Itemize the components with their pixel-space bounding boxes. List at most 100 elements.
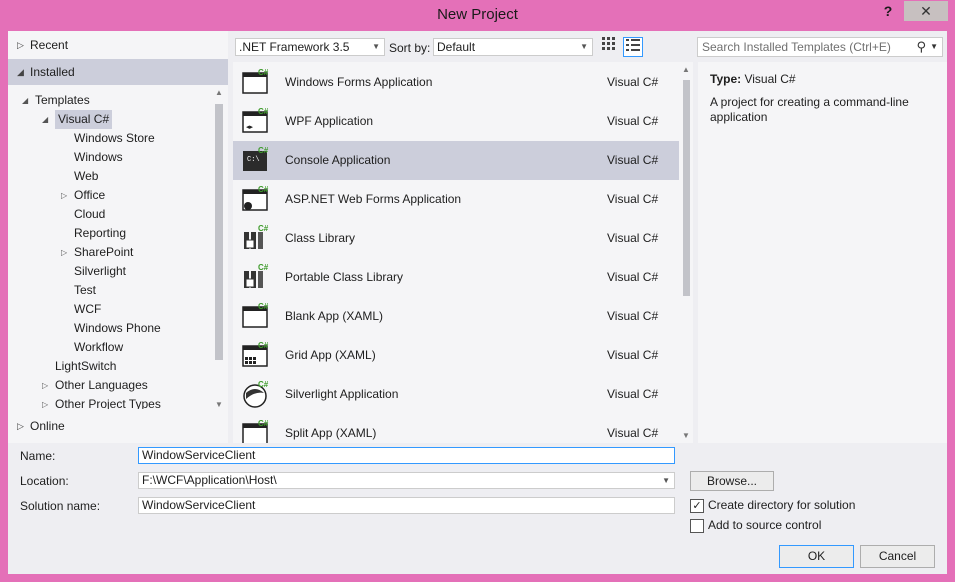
- template-row[interactable]: C# Blank App (XAML) Visual C#: [233, 297, 679, 336]
- web-forms-icon: C#: [241, 184, 271, 214]
- chevron-down-icon[interactable]: ▼: [930, 38, 938, 56]
- scroll-up-icon[interactable]: ▲: [213, 88, 225, 100]
- tree-item[interactable]: Silverlight: [74, 262, 126, 281]
- template-row[interactable]: C# Class Library Visual C#: [233, 219, 679, 258]
- template-name: Blank App (XAML): [285, 309, 384, 323]
- tree-item-label: SharePoint: [74, 245, 134, 259]
- svg-text:C#: C#: [258, 146, 269, 155]
- browse-button[interactable]: Browse...: [690, 471, 774, 491]
- online-label: Online: [30, 419, 65, 433]
- template-row[interactable]: C# Portable Class Library Visual C#: [233, 258, 679, 297]
- tree-item[interactable]: ◢ Visual C#: [42, 110, 113, 129]
- svg-text:C:\: C:\: [247, 156, 260, 164]
- scroll-thumb[interactable]: [683, 80, 690, 296]
- scroll-down-icon[interactable]: ▼: [213, 400, 225, 412]
- help-button[interactable]: ?: [878, 3, 898, 21]
- chevron-down-icon: ▼: [372, 42, 380, 51]
- collapse-arrow-icon[interactable]: ◢: [22, 91, 28, 110]
- tree-item[interactable]: Windows Store: [74, 129, 155, 148]
- tree-item[interactable]: ▷ SharePoint: [61, 243, 134, 262]
- online-section[interactable]: ▷ Online: [8, 414, 228, 438]
- template-language: Visual C#: [607, 270, 659, 284]
- list-view-icon: [626, 39, 640, 51]
- collapse-arrow-icon[interactable]: ◢: [17, 59, 24, 85]
- tree-item[interactable]: ▷ Other Project Types: [42, 395, 161, 409]
- chevron-down-icon: ▼: [580, 42, 588, 51]
- tree-item[interactable]: Web: [74, 167, 98, 186]
- solution-name-field[interactable]: WindowServiceClient: [138, 497, 675, 514]
- tree-item-label: Windows Store: [74, 131, 155, 145]
- tree-item[interactable]: Windows Phone: [74, 319, 161, 338]
- tree-item-label: Web: [74, 169, 99, 183]
- tree-item[interactable]: Windows: [74, 148, 123, 167]
- expand-arrow-icon[interactable]: ▷: [42, 376, 48, 395]
- scroll-down-icon[interactable]: ▼: [681, 431, 691, 440]
- expand-arrow-icon[interactable]: ▷: [61, 186, 67, 205]
- collapse-arrow-icon[interactable]: ◢: [42, 110, 48, 129]
- template-row[interactable]: C# ASP.NET Web Forms Application Visual C#: [233, 180, 679, 219]
- tree-item[interactable]: Test: [74, 281, 96, 300]
- template-row[interactable]: C# Silverlight Application Visual C#: [233, 375, 679, 414]
- framework-dropdown[interactable]: .NET Framework 3.5 ▼: [235, 38, 385, 56]
- tree-item[interactable]: Workflow: [74, 338, 123, 357]
- tree-item[interactable]: WCF: [74, 300, 101, 319]
- svg-text:C#: C#: [258, 224, 269, 233]
- template-row[interactable]: C# Split App (XAML) Visual C#: [233, 414, 679, 443]
- template-name: Grid App (XAML): [285, 348, 376, 362]
- blank-app-icon: C#: [241, 301, 271, 331]
- svg-text:C#: C#: [258, 302, 269, 311]
- source-control-label[interactable]: Add to source control: [708, 518, 821, 532]
- name-label: Name:: [20, 449, 56, 463]
- sort-dropdown[interactable]: Default ▼: [433, 38, 593, 56]
- template-row[interactable]: C# Windows Forms Application Visual C#: [233, 63, 679, 102]
- search-templates-box[interactable]: Search Installed Templates (Ctrl+E) ⚲ ▼: [697, 37, 943, 57]
- scroll-up-icon[interactable]: ▲: [681, 65, 691, 74]
- template-row[interactable]: ◂▸ C# WPF Application Visual C#: [233, 102, 679, 141]
- expand-arrow-icon[interactable]: ▷: [17, 414, 24, 438]
- tree-item[interactable]: LightSwitch: [55, 357, 116, 376]
- category-pane: ▷ Recent ◢ Installed ◢ Templates ◢ Visual C…: [8, 31, 228, 443]
- tree-item[interactable]: ◢ Templates: [22, 91, 90, 110]
- template-row[interactable]: C# Grid App (XAML) Visual C#: [233, 336, 679, 375]
- tree-scrollbar[interactable]: ▲ ▼: [213, 88, 225, 412]
- chevron-down-icon[interactable]: ▼: [662, 473, 670, 488]
- sort-value: Default: [437, 40, 476, 54]
- grid-view-button[interactable]: [599, 37, 619, 57]
- template-language: Visual C#: [607, 75, 659, 89]
- template-row[interactable]: C:\ C# Console Application Visual C#: [233, 141, 679, 180]
- ok-button[interactable]: OK: [779, 545, 854, 568]
- search-icon[interactable]: ⚲: [916, 38, 926, 56]
- tree-item[interactable]: Cloud: [74, 205, 105, 224]
- template-list-scrollbar[interactable]: ▲ ▼: [679, 62, 693, 443]
- tree-item-label: Cloud: [74, 207, 106, 221]
- location-combobox[interactable]: F:\WCF\Application\Host\ ▼: [138, 472, 675, 489]
- tree-item[interactable]: Reporting: [74, 224, 126, 243]
- template-language: Visual C#: [607, 192, 659, 206]
- template-language: Visual C#: [607, 387, 659, 401]
- installed-section[interactable]: ◢ Installed: [8, 59, 228, 85]
- svg-text:C#: C#: [258, 185, 269, 194]
- template-name: WPF Application: [285, 114, 374, 128]
- tree-item-label: Silverlight: [74, 264, 127, 278]
- silverlight-icon: C#: [241, 379, 271, 409]
- expand-arrow-icon[interactable]: ▷: [17, 33, 24, 57]
- name-field[interactable]: WindowServiceClient: [138, 447, 675, 464]
- grid-view-icon: [602, 37, 615, 50]
- close-button[interactable]: ✕: [904, 1, 948, 21]
- location-value: F:\WCF\Application\Host\: [142, 473, 277, 487]
- template-name: Silverlight Application: [285, 387, 399, 401]
- tree-item[interactable]: ▷ Office: [61, 186, 105, 205]
- scroll-thumb[interactable]: [215, 104, 223, 360]
- expand-arrow-icon[interactable]: ▷: [42, 395, 48, 409]
- installed-label: Installed: [30, 65, 75, 79]
- sort-by-label: Sort by:: [389, 41, 431, 55]
- create-directory-checkbox[interactable]: ✓: [690, 499, 704, 513]
- cancel-button[interactable]: Cancel: [860, 545, 935, 568]
- source-control-checkbox[interactable]: [690, 519, 704, 533]
- create-directory-label[interactable]: Create directory for solution: [708, 498, 855, 512]
- expand-arrow-icon[interactable]: ▷: [61, 243, 67, 262]
- list-view-button[interactable]: [623, 37, 643, 57]
- tree-item[interactable]: ▷ Other Languages: [42, 376, 148, 395]
- description-pane: Type: Visual C# A project for creating a…: [698, 62, 947, 443]
- recent-section[interactable]: ▷ Recent: [8, 33, 228, 57]
